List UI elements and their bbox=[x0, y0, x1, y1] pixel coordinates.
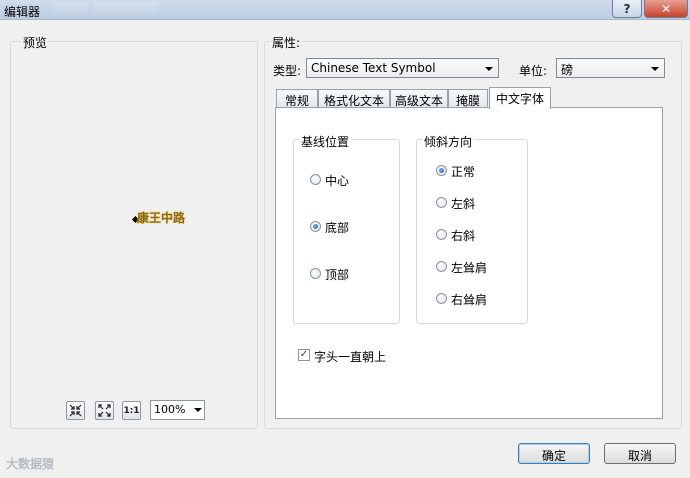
actual-size-button[interactable]: 1:1 bbox=[122, 401, 141, 420]
actual-size-icon: 1:1 bbox=[123, 405, 140, 416]
baseline-bottom-radio[interactable] bbox=[310, 221, 321, 232]
zoom-value: 100% bbox=[154, 403, 186, 416]
baseline-group-title: 基线位置 bbox=[299, 133, 352, 150]
chevron-down-icon bbox=[485, 67, 493, 71]
slant-left-label[interactable]: 左斜 bbox=[451, 195, 475, 212]
type-value: Chinese Text Symbol bbox=[311, 61, 436, 75]
slant-group-title: 倾斜方向 bbox=[422, 133, 475, 150]
tab-chinese-font[interactable]: 中文字体 bbox=[489, 87, 551, 109]
title-bar[interactable]: 编辑器 ? ✕ bbox=[0, 0, 690, 20]
chevron-down-icon bbox=[651, 67, 659, 71]
slant-left-shoulder-radio[interactable] bbox=[436, 261, 447, 272]
slant-left-radio[interactable] bbox=[436, 197, 447, 208]
tab-general[interactable]: 常规 bbox=[276, 89, 318, 108]
preview-panel bbox=[10, 41, 258, 429]
zoom-select[interactable]: 100% bbox=[150, 400, 205, 420]
slant-right-label[interactable]: 右斜 bbox=[451, 227, 475, 244]
full-extent-icon bbox=[98, 404, 111, 417]
title-blur-decoration bbox=[94, 2, 158, 15]
preview-sample-text: 康王中路 bbox=[137, 211, 186, 225]
preview-title: 预览 bbox=[21, 34, 50, 51]
tab-advanced-text[interactable]: 高级文本 bbox=[390, 89, 448, 108]
properties-title: 属性: bbox=[270, 34, 303, 51]
unit-select[interactable]: 磅 bbox=[556, 58, 665, 78]
upright-checkbox[interactable]: ✓ bbox=[298, 349, 310, 361]
tab-formatted-text[interactable]: 格式化文本 bbox=[318, 89, 390, 108]
chinese-font-tab-page: 基线位置 中心 底部 顶部 倾斜方向 正常 左斜 右斜 左耸肩 右耸肩 ✓ 字头… bbox=[275, 107, 663, 419]
type-label: 类型: bbox=[273, 64, 302, 78]
chevron-down-icon bbox=[194, 408, 202, 412]
title-blur-decoration bbox=[52, 2, 88, 15]
baseline-center-radio[interactable] bbox=[310, 174, 321, 185]
window-title: 编辑器 bbox=[4, 5, 41, 19]
slant-right-shoulder-label[interactable]: 右耸肩 bbox=[451, 291, 487, 308]
baseline-center-label[interactable]: 中心 bbox=[325, 172, 349, 189]
zoom-fit-icon bbox=[69, 404, 82, 417]
cancel-button[interactable]: 取消 bbox=[604, 443, 676, 464]
unit-value: 磅 bbox=[561, 63, 574, 77]
slant-normal-label[interactable]: 正常 bbox=[451, 163, 475, 180]
full-extent-button[interactable] bbox=[95, 401, 114, 420]
editor-dialog: 编辑器 ? ✕ 预览 康王中路 1:1 100% 属性: 类型: Chinese… bbox=[0, 0, 690, 478]
slant-right-radio[interactable] bbox=[436, 229, 447, 240]
baseline-top-label[interactable]: 顶部 bbox=[325, 266, 349, 283]
close-button[interactable]: ✕ bbox=[644, 0, 688, 18]
type-select[interactable]: Chinese Text Symbol bbox=[306, 58, 499, 78]
zoom-fit-button[interactable] bbox=[66, 401, 85, 420]
watermark: 大数据猿 bbox=[6, 457, 55, 471]
baseline-top-radio[interactable] bbox=[310, 268, 321, 279]
help-button[interactable]: ? bbox=[612, 0, 642, 18]
ok-button[interactable]: 确定 bbox=[518, 443, 590, 464]
slant-left-shoulder-label[interactable]: 左耸肩 bbox=[451, 259, 487, 276]
slant-normal-radio[interactable] bbox=[436, 165, 447, 176]
upright-checkbox-label[interactable]: 字头一直朝上 bbox=[314, 348, 386, 365]
unit-label: 单位: bbox=[519, 64, 548, 78]
baseline-bottom-label[interactable]: 底部 bbox=[325, 219, 349, 236]
tab-mask[interactable]: 掩膜 bbox=[448, 89, 488, 108]
slant-right-shoulder-radio[interactable] bbox=[436, 293, 447, 304]
